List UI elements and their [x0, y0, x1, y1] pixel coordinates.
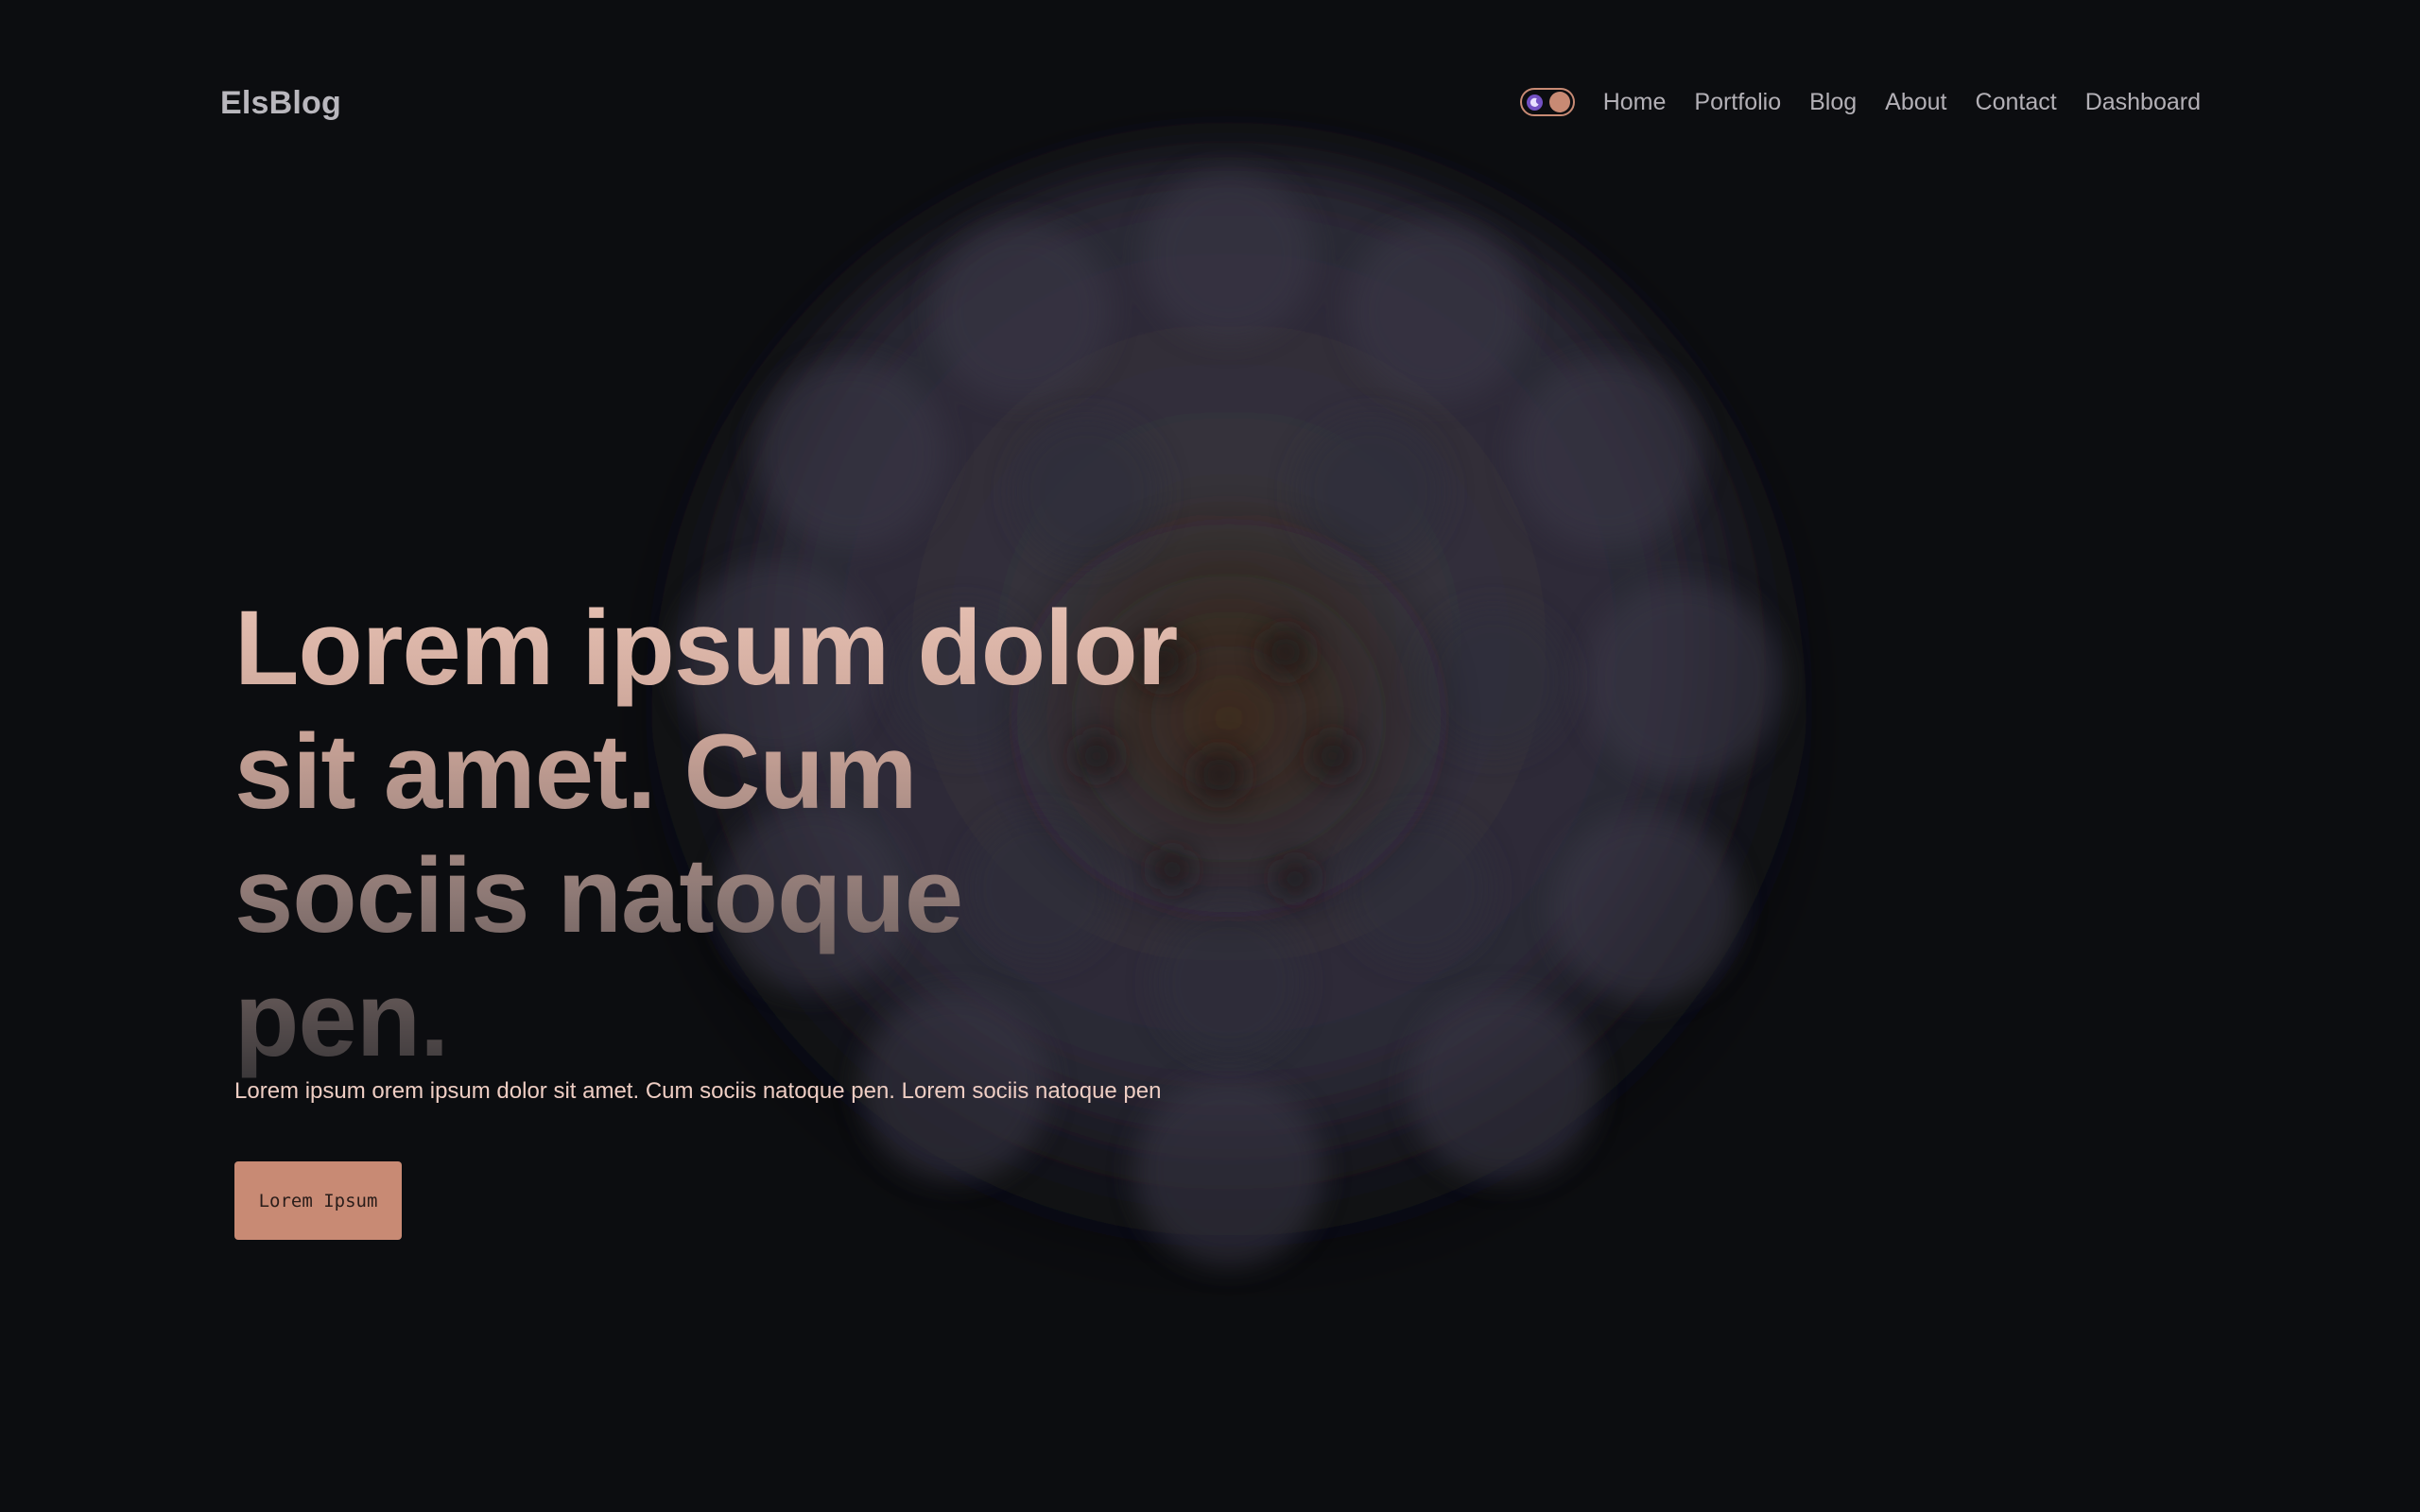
- nav-link-portfolio[interactable]: Portfolio: [1694, 89, 1781, 116]
- main-nav: Home Portfolio Blog About Contact Dashbo…: [1519, 88, 2201, 116]
- nav-link-about[interactable]: About: [1885, 89, 1946, 116]
- hero-headline: Lorem ipsum dolor sit amet. Cum sociis n…: [234, 586, 1199, 1081]
- theme-toggle[interactable]: [1519, 88, 1575, 116]
- hero-subtitle: Lorem ipsum orem ipsum dolor sit amet. C…: [234, 1078, 1162, 1104]
- nav-link-dashboard[interactable]: Dashboard: [2085, 89, 2201, 116]
- nav-link-contact[interactable]: Contact: [1976, 89, 2057, 116]
- toggle-knob: [1548, 92, 1570, 112]
- nav-link-home[interactable]: Home: [1603, 89, 1667, 116]
- hero-cta-button[interactable]: Lorem Ipsum: [234, 1161, 402, 1240]
- hero-section: Lorem ipsum dolor sit amet. Cum sociis n…: [234, 586, 1199, 1081]
- brand-logo[interactable]: ElsBlog: [220, 85, 341, 122]
- page: ElsBlog Home Portfolio Blog About Contac…: [0, 0, 2420, 1512]
- moon-icon: [1526, 94, 1543, 111]
- nav-link-blog[interactable]: Blog: [1809, 89, 1857, 116]
